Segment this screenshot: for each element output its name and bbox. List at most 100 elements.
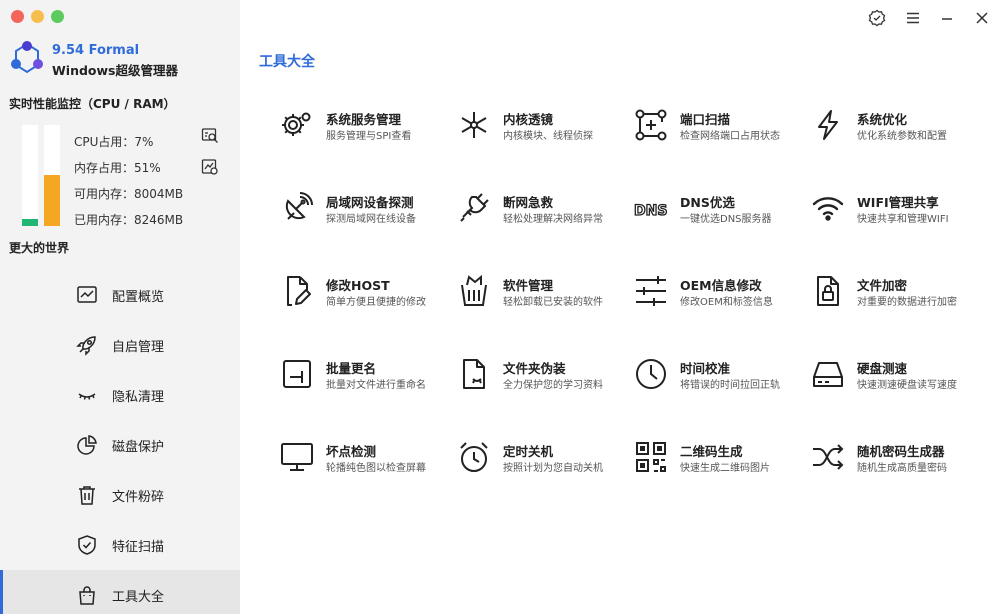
minimize-icon[interactable] — [937, 8, 957, 28]
app-logo-icon — [9, 40, 45, 76]
verified-badge-icon[interactable] — [867, 8, 887, 28]
tool-name: 定时关机 — [503, 444, 554, 459]
uninstall-icon — [457, 274, 491, 308]
tool-desc: 优化系统参数和配置 — [857, 131, 947, 142]
tool-desc: 快速生成二维码图片 — [680, 463, 770, 474]
tool-name: 软件管理 — [503, 278, 554, 293]
tool-desc: 全力保护您的学习资料 — [503, 380, 603, 391]
monitor-title: 实时性能监控（CPU / RAM） — [9, 97, 176, 111]
file-mask-icon — [457, 357, 491, 391]
sidebar-item-label: 特征扫描 — [112, 539, 165, 555]
page-title: 工具大全 — [259, 54, 315, 70]
tool-network-rescue[interactable]: 断网急救 轻松处理解决网络异常 — [457, 189, 633, 229]
menu-icon[interactable] — [903, 8, 923, 28]
tool-desc: 将错误的时间拉回正轨 — [680, 380, 780, 391]
qrcode-icon — [634, 440, 668, 474]
free-memory-text: 可用内存：8004MB — [74, 187, 184, 201]
tool-name: 端口扫描 — [680, 112, 731, 127]
memory-clean-icon[interactable] — [201, 158, 219, 176]
network-node-icon — [457, 108, 491, 142]
sidebar-item-label: 自启管理 — [112, 339, 165, 355]
tool-software-manage[interactable]: 软件管理 轻松卸载已安装的软件 — [457, 272, 633, 312]
maximize-window-button[interactable] — [51, 10, 64, 23]
tool-folder-disguise[interactable]: 文件夹伪装 全力保护您的学习资料 — [457, 355, 633, 395]
performance-report-icon[interactable] — [201, 127, 219, 145]
used-memory-text: 已用内存：8246MB — [74, 213, 184, 227]
tool-name: 二维码生成 — [680, 444, 743, 459]
shield-check-icon — [76, 534, 98, 556]
sidebar-item-file-shred[interactable]: 文件粉碎 — [0, 470, 240, 520]
tool-dns-select[interactable]: DNS DNS优选 一键优选DNS服务器 — [634, 189, 810, 229]
sidebar-item-feature-scan[interactable]: 特征扫描 — [0, 520, 240, 570]
tool-file-encrypt[interactable]: 文件加密 对重要的数据进行加密 — [811, 272, 987, 312]
sidebar-item-label: 工具大全 — [112, 589, 165, 605]
monitor-icon — [280, 440, 314, 474]
tool-desc: 服务管理与SPI查看 — [326, 131, 412, 142]
app-version: 9.54 Formal — [52, 43, 140, 58]
tool-random-password[interactable]: 随机密码生成器 随机生成高质量密码 — [811, 438, 987, 478]
tool-lan-detect[interactable]: 局域网设备探测 探测局域网在线设备 — [280, 189, 456, 229]
tool-desc: 轻松处理解决网络异常 — [503, 214, 603, 225]
sidebar-item-config-overview[interactable]: 配置概览 — [0, 270, 240, 320]
minimize-window-button[interactable] — [31, 10, 44, 23]
close-window-button[interactable] — [11, 10, 24, 23]
gears-icon — [280, 108, 314, 142]
tool-scheduled-shutdown[interactable]: 定时关机 按照计划为您自动关机 — [457, 438, 633, 478]
tool-name: 断网急救 — [503, 195, 554, 210]
satellite-dish-icon — [280, 191, 314, 225]
plug-icon — [457, 191, 491, 225]
tool-dead-pixel[interactable]: 坏点检测 轮播纯色图以检查屏幕 — [280, 438, 456, 478]
tool-name: OEM信息修改 — [680, 278, 762, 293]
tool-desc: 修改OEM和标签信息 — [680, 297, 773, 308]
dns-icon: DNS — [634, 191, 668, 225]
rocket-icon — [76, 334, 98, 356]
sidebar-item-toolbox[interactable]: 工具大全 — [0, 570, 240, 614]
tool-name: 文件夹伪装 — [503, 361, 566, 376]
memory-gauge — [44, 125, 60, 226]
sidebar-item-privacy-clean[interactable]: 隐私清理 — [0, 370, 240, 420]
tool-desc: 对重要的数据进行加密 — [857, 297, 957, 308]
tool-name: 批量更名 — [326, 361, 377, 376]
rename-icon — [280, 357, 314, 391]
tool-name: 随机密码生成器 — [857, 444, 945, 459]
tool-desc: 快速测速硬盘读写速度 — [857, 380, 957, 391]
tool-name: 文件加密 — [857, 278, 908, 293]
clock-icon — [634, 357, 668, 391]
tool-time-sync[interactable]: 时间校准 将错误的时间拉回正轨 — [634, 355, 810, 395]
sidebar-item-label: 磁盘保护 — [112, 439, 165, 455]
window-traffic-lights — [11, 10, 64, 23]
sidebar-item-label: 文件粉碎 — [112, 489, 165, 505]
cpu-usage-text: CPU占用：7% — [74, 135, 154, 149]
shuffle-icon — [811, 440, 845, 474]
tool-desc: 内核模块、线程侦探 — [503, 131, 593, 142]
tool-name: WIFI管理共享 — [857, 195, 939, 210]
tool-system-optimize[interactable]: 系统优化 优化系统参数和配置 — [811, 106, 987, 146]
tool-name: 修改HOST — [326, 278, 390, 293]
tool-desc: 轮播纯色图以检查屏幕 — [326, 463, 426, 474]
pie-chart-icon — [76, 434, 98, 456]
tool-batch-rename[interactable]: 批量更名 批量对文件进行重命名 — [280, 355, 456, 395]
tool-grid: 系统服务管理 服务管理与SPI查看 内核透镜 内核模块、线程侦探 端口扫描 检查… — [280, 106, 980, 486]
sidebar-item-disk-protect[interactable]: 磁盘保护 — [0, 420, 240, 470]
tool-desc: 一键优选DNS服务器 — [680, 214, 772, 225]
tool-desc: 按照计划为您自动关机 — [503, 463, 603, 474]
memory-gauge-fill — [44, 174, 60, 226]
cpu-gauge-fill — [22, 218, 38, 226]
chart-line-icon — [76, 284, 98, 306]
tool-wifi-share[interactable]: WIFI管理共享 快速共享和管理WIFI — [811, 189, 987, 229]
close-icon[interactable] — [972, 8, 992, 28]
sidebar-nav: 配置概览 自启管理 隐私清理 磁盘保护 文件粉碎 特征扫描 工具大全 — [0, 270, 240, 614]
tool-name: DNS优选 — [680, 195, 735, 210]
bag-icon — [76, 584, 98, 606]
tool-disk-speed[interactable]: 硬盘测速 快速测速硬盘读写速度 — [811, 355, 987, 395]
tool-kernel-lens[interactable]: 内核透镜 内核模块、线程侦探 — [457, 106, 633, 146]
eye-closed-icon — [76, 384, 98, 406]
sidebar-item-startup[interactable]: 自启管理 — [0, 320, 240, 370]
tool-edit-host[interactable]: 修改HOST 简单方便且便捷的修改 — [280, 272, 456, 312]
tool-oem-edit[interactable]: OEM信息修改 修改OEM和标签信息 — [634, 272, 810, 312]
tool-qrcode[interactable]: 二维码生成 快速生成二维码图片 — [634, 438, 810, 478]
tool-name: 坏点检测 — [326, 444, 377, 459]
tool-port-scan[interactable]: 端口扫描 检查网络端口占用状态 — [634, 106, 810, 146]
tool-name: 局域网设备探测 — [326, 195, 414, 210]
tool-system-service[interactable]: 系统服务管理 服务管理与SPI查看 — [280, 106, 456, 146]
